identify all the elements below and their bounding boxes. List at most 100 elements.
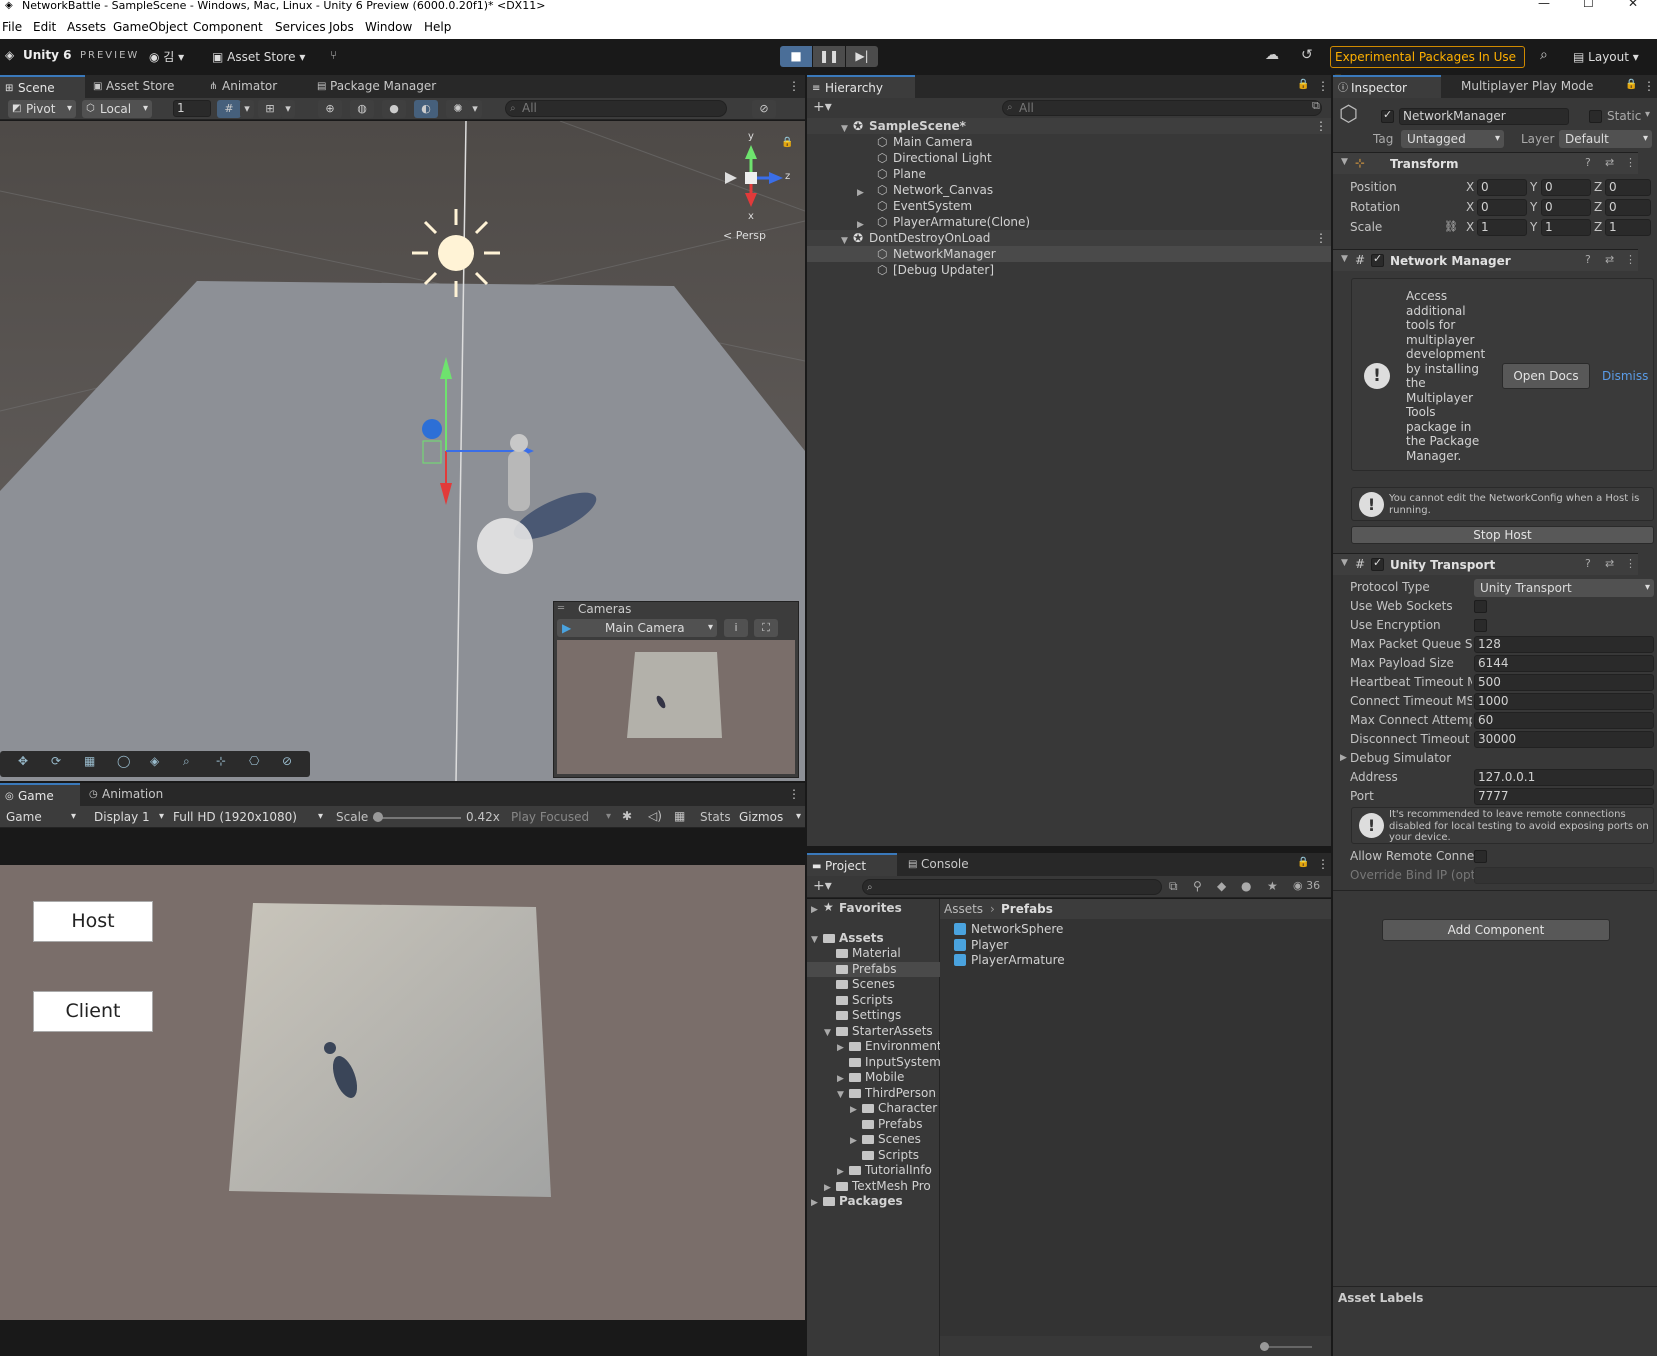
network-manager-enabled-checkbox[interactable]: [1371, 252, 1384, 267]
tab-animation[interactable]: ◷ Animation: [84, 783, 171, 806]
audio-icon[interactable]: ◁): [648, 809, 662, 823]
menu-gameobject[interactable]: GameObject: [113, 20, 188, 34]
filter-icon[interactable]: ⚲: [1193, 879, 1202, 893]
projection-label[interactable]: < Persp: [723, 229, 766, 242]
resolution-dropdown[interactable]: Full HD (1920x1080): [167, 808, 327, 826]
chevron-down-icon[interactable]: ▾: [1645, 109, 1650, 120]
static-checkbox[interactable]: [1589, 110, 1602, 123]
scene-viewport[interactable]: y z x < Persp 🔒 ═ Cameras ▶ Main Camera i…: [0, 121, 805, 781]
tab-multiplayer-play-mode[interactable]: Multiplayer Play Mode: [1443, 75, 1601, 98]
project-tree-item[interactable]: Scenes: [807, 977, 940, 992]
hierarchy-scene[interactable]: ▼ ✪ SampleScene* ⋮: [807, 118, 1331, 134]
keyboard-icon[interactable]: ▦: [674, 809, 685, 823]
transform-x-input[interactable]: 0: [1477, 179, 1527, 196]
tab-asset-store[interactable]: ▣ Asset Store: [88, 75, 182, 98]
transport-field-input[interactable]: 6144: [1474, 655, 1654, 672]
rotate-tool-icon[interactable]: ⟳: [51, 754, 61, 768]
hierarchy-item[interactable]: ⬡ Plane: [807, 166, 1331, 182]
object-name-input[interactable]: NetworkManager: [1399, 108, 1569, 125]
project-asset-item[interactable]: NetworkSphere: [954, 922, 1063, 937]
project-tree-item[interactable]: ▶ Packages: [807, 1194, 940, 1209]
warning-filter-icon[interactable]: ●: [1241, 879, 1251, 893]
maximize-icon[interactable]: ☐: [1583, 0, 1594, 9]
lock-icon[interactable]: 🔒: [1297, 79, 1309, 90]
project-tree-item[interactable]: ▶ ★ Favorites: [807, 900, 940, 916]
transport-field-input[interactable]: 30000: [1474, 731, 1654, 748]
foldout-arrow-icon[interactable]: ▼: [1341, 558, 1348, 568]
unity-transport-enabled-checkbox[interactable]: [1371, 556, 1384, 571]
camera-tool-icon[interactable]: ⎔: [249, 754, 259, 768]
breadcrumb-current[interactable]: Prefabs: [1001, 902, 1053, 916]
project-tree-item[interactable]: ▶ TextMesh Pro: [807, 1179, 940, 1194]
hierarchy-scene[interactable]: ▼ ✪ DontDestroyOnLoad ⋮: [807, 230, 1331, 246]
unlit-icon[interactable]: ●: [382, 100, 406, 118]
transform-y-input[interactable]: 0: [1541, 179, 1591, 196]
label-icon[interactable]: ◆: [1217, 879, 1226, 893]
more-options-icon[interactable]: ⋮: [1625, 557, 1636, 570]
layers-tool-icon[interactable]: ◈: [150, 754, 159, 768]
play-stop-button[interactable]: ■: [780, 46, 812, 67]
transform-header[interactable]: ▼ ⊹ Transform ? ⇄ ⋮: [1333, 152, 1638, 174]
chevron-down-icon[interactable]: ▾: [468, 100, 482, 118]
unity-transport-header[interactable]: ▼ # Unity Transport ? ⇄ ⋮: [1333, 553, 1638, 575]
scale-slider[interactable]: [373, 812, 461, 822]
preset-icon[interactable]: ⇄: [1605, 253, 1614, 266]
hierarchy-item[interactable]: ⬡ Main Camera: [807, 134, 1331, 150]
shaded-icon[interactable]: ◐: [414, 100, 438, 118]
project-tree-item[interactable]: ▼ StarterAssets: [807, 1024, 940, 1039]
expand-icon[interactable]: ⧉: [1312, 99, 1320, 113]
transport-field-input[interactable]: 1000: [1474, 693, 1654, 710]
menu-component[interactable]: Component: [193, 20, 263, 34]
add-component-button[interactable]: Add Component: [1382, 919, 1610, 941]
project-asset-item[interactable]: PlayerArmature: [954, 953, 1065, 968]
move-tool-icon[interactable]: ✥: [18, 754, 28, 768]
menu-assets[interactable]: Assets: [67, 20, 106, 34]
breadcrumb-root[interactable]: Assets: [944, 902, 983, 916]
tab-inspector[interactable]: ⓘ Inspector: [1333, 75, 1441, 98]
more-options-icon[interactable]: ⋮: [1643, 79, 1655, 93]
menu-help[interactable]: Help: [424, 20, 451, 34]
project-asset-item[interactable]: Player: [954, 938, 1008, 953]
display-dropdown[interactable]: Display 1: [88, 808, 168, 826]
chevron-down-icon[interactable]: ▾: [240, 100, 254, 118]
grid-visibility-icon[interactable]: #: [217, 100, 241, 118]
hierarchy-item[interactable]: ▶ ⬡ PlayerArmature(Clone): [807, 214, 1331, 230]
history-icon[interactable]: ↺: [1301, 47, 1313, 63]
grid-snap-input[interactable]: 1: [173, 100, 211, 117]
project-tree-item[interactable]: Prefabs: [807, 1117, 940, 1132]
port-input[interactable]: 7777: [1474, 788, 1654, 805]
lock-icon[interactable]: 🔒: [1625, 79, 1637, 90]
account-button[interactable]: ◉ 김 ▾: [143, 46, 190, 68]
address-input[interactable]: 127.0.0.1: [1474, 769, 1654, 786]
transport-field-input[interactable]: 128: [1474, 636, 1654, 653]
panel-divider[interactable]: [807, 846, 1331, 848]
transform-x-input[interactable]: 1: [1477, 219, 1527, 236]
chevron-down-icon[interactable]: ▾: [281, 100, 295, 118]
hierarchy-item[interactable]: ⬡ Directional Light: [807, 150, 1331, 166]
active-checkbox[interactable]: [1381, 108, 1394, 123]
project-tree-item[interactable]: ▶ TutorialInfo: [807, 1163, 940, 1178]
scene-search-input[interactable]: ⌕ All: [505, 100, 727, 117]
pause-button[interactable]: ❚❚: [813, 46, 845, 67]
client-button[interactable]: Client: [33, 991, 153, 1032]
foldout-arrow-icon[interactable]: ▶: [1340, 753, 1347, 763]
protocol-type-dropdown[interactable]: Unity Transport: [1474, 579, 1654, 597]
more-options-icon[interactable]: ⋮: [1315, 118, 1327, 134]
experimental-packages-button[interactable]: Experimental Packages In Use ▾: [1330, 46, 1525, 84]
hierarchy-item[interactable]: ⬡ EventSystem: [807, 198, 1331, 214]
icon-size-thumb[interactable]: [1260, 1342, 1269, 1351]
layer-dropdown[interactable]: Default: [1559, 130, 1652, 148]
project-tree-item[interactable]: Settings: [807, 1008, 940, 1023]
stop-host-button[interactable]: Stop Host: [1351, 526, 1654, 544]
project-tree-item[interactable]: ▼ Assets: [807, 931, 940, 946]
search-icon[interactable]: ⌕: [1540, 47, 1548, 63]
version-control-icon[interactable]: ⑂: [330, 48, 337, 62]
project-search-input[interactable]: ⌕: [862, 879, 1162, 895]
help-icon[interactable]: ?: [1585, 156, 1591, 169]
transform-z-input[interactable]: 0: [1605, 179, 1651, 196]
more-options-icon[interactable]: ⋮: [1315, 230, 1327, 246]
more-options-icon[interactable]: ⋮: [1317, 857, 1329, 871]
hierarchy-item[interactable]: ⬡ [Debug Updater]: [807, 262, 1331, 278]
close-icon[interactable]: ✕: [1628, 0, 1638, 9]
lock-icon[interactable]: 🔒: [1297, 857, 1309, 868]
